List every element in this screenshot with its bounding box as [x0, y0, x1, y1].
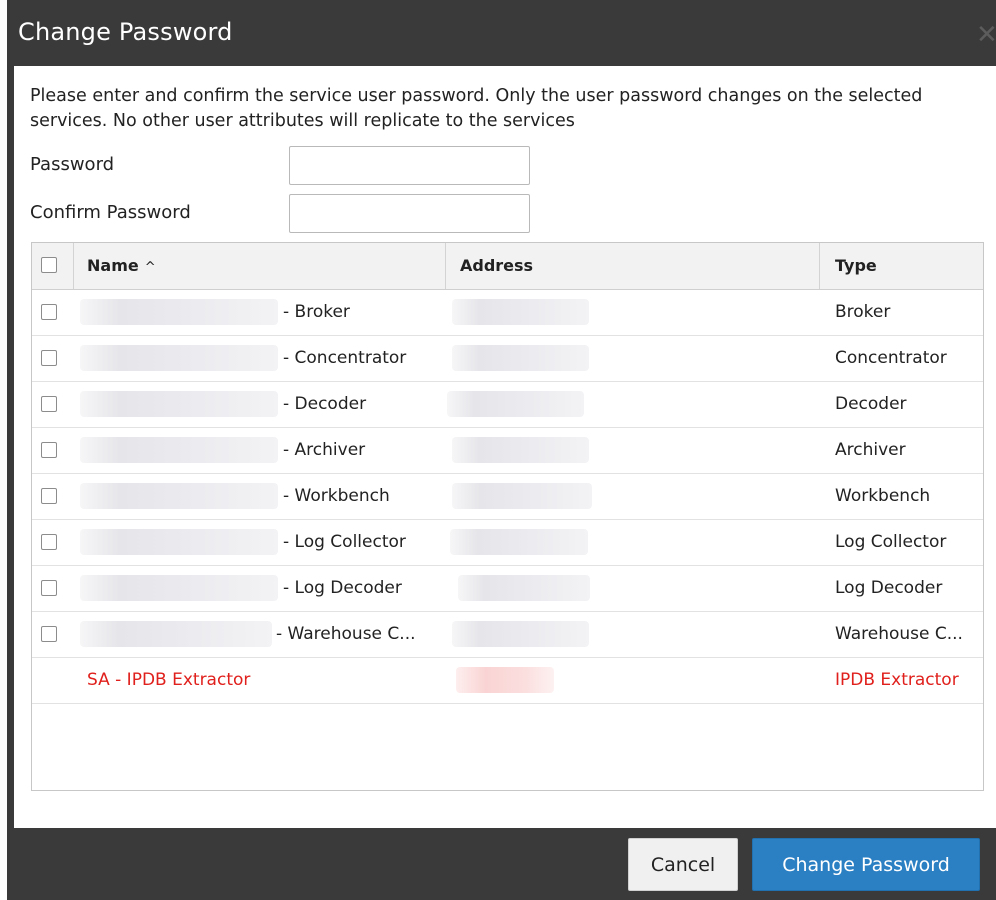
- service-name: - Archiver: [283, 440, 366, 460]
- service-type: Log Decoder: [835, 578, 943, 598]
- service-name: - Decoder: [283, 394, 367, 414]
- redacted-address: [452, 483, 592, 509]
- redacted-host-name: [80, 483, 278, 509]
- redacted-address: [456, 667, 554, 693]
- service-type: Warehouse C...: [835, 624, 963, 644]
- password-input[interactable]: [289, 146, 530, 185]
- column-header-type[interactable]: Type: [835, 243, 877, 289]
- services-grid: Name ^ Address Type - Broker Broker - Con…: [31, 242, 984, 791]
- select-all-checkbox[interactable]: [41, 257, 57, 273]
- redacted-address: [452, 345, 589, 371]
- row-checkbox[interactable]: [41, 304, 57, 320]
- redacted-host-name: [80, 345, 278, 371]
- service-name: SA - IPDB Extractor: [87, 670, 251, 690]
- table-row-error[interactable]: SA - IPDB Extractor IPDB Extractor: [32, 658, 983, 704]
- table-row[interactable]: - Broker Broker: [32, 290, 983, 336]
- service-type: Archiver: [835, 440, 906, 460]
- service-type: IPDB Extractor: [835, 670, 959, 690]
- table-row[interactable]: - Log Decoder Log Decoder: [32, 566, 983, 612]
- dialog-body: Please enter and confirm the service use…: [14, 66, 996, 828]
- service-type: Concentrator: [835, 348, 947, 368]
- dialog-title: Change Password: [18, 18, 233, 46]
- redacted-host-name: [80, 621, 272, 647]
- row-checkbox[interactable]: [41, 396, 57, 412]
- row-checkbox[interactable]: [41, 350, 57, 366]
- dialog-titlebar: Change Password ✕: [7, 0, 996, 66]
- column-header-name[interactable]: Name ^: [87, 243, 156, 289]
- service-name: - Broker: [283, 302, 350, 322]
- change-password-button[interactable]: Change Password: [752, 838, 980, 891]
- table-row[interactable]: - Concentrator Concentrator: [32, 336, 983, 382]
- redacted-host-name: [80, 299, 278, 325]
- table-row[interactable]: - Warehouse C... Warehouse C...: [32, 612, 983, 658]
- column-divider: [73, 243, 74, 289]
- service-name: - Log Decoder: [283, 578, 402, 598]
- change-password-dialog: Change Password ✕ Please enter and confi…: [7, 0, 996, 900]
- service-name: - Workbench: [283, 486, 390, 506]
- column-header-name-label: Name: [87, 256, 139, 275]
- confirm-password-input[interactable]: [289, 194, 530, 233]
- table-row[interactable]: - Decoder Decoder: [32, 382, 983, 428]
- password-label: Password: [30, 154, 115, 175]
- row-checkbox[interactable]: [41, 534, 57, 550]
- service-type: Workbench: [835, 486, 931, 506]
- redacted-host-name: [80, 529, 278, 555]
- column-divider: [819, 243, 820, 289]
- row-checkbox[interactable]: [41, 488, 57, 504]
- table-row[interactable]: - Workbench Workbench: [32, 474, 983, 520]
- redacted-address: [450, 529, 588, 555]
- column-divider: [445, 243, 446, 289]
- service-type: Broker: [835, 302, 891, 322]
- confirm-password-label: Confirm Password: [30, 202, 191, 223]
- column-header-address[interactable]: Address: [460, 243, 533, 289]
- redacted-address: [452, 299, 589, 325]
- service-name: - Log Collector: [283, 532, 406, 552]
- service-name: - Warehouse C...: [276, 624, 416, 644]
- redacted-host-name: [80, 437, 278, 463]
- row-checkbox[interactable]: [41, 442, 57, 458]
- cancel-button[interactable]: Cancel: [628, 838, 738, 891]
- sort-ascending-icon: ^: [144, 260, 156, 275]
- table-row[interactable]: - Log Collector Log Collector: [32, 520, 983, 566]
- redacted-host-name: [80, 391, 278, 417]
- instructions-text: Please enter and confirm the service use…: [30, 86, 923, 131]
- service-name: - Concentrator: [283, 348, 407, 368]
- row-checkbox[interactable]: [41, 580, 57, 596]
- redacted-address: [447, 391, 584, 417]
- service-type: Log Collector: [835, 532, 947, 552]
- row-checkbox[interactable]: [41, 626, 57, 642]
- close-icon[interactable]: ✕: [976, 22, 996, 48]
- grid-header: Name ^ Address Type: [32, 243, 983, 290]
- table-row[interactable]: - Archiver Archiver: [32, 428, 983, 474]
- redacted-address: [452, 437, 589, 463]
- redacted-address: [452, 621, 589, 647]
- service-type: Decoder: [835, 394, 907, 414]
- redacted-host-name: [80, 575, 278, 601]
- redacted-address: [458, 575, 590, 601]
